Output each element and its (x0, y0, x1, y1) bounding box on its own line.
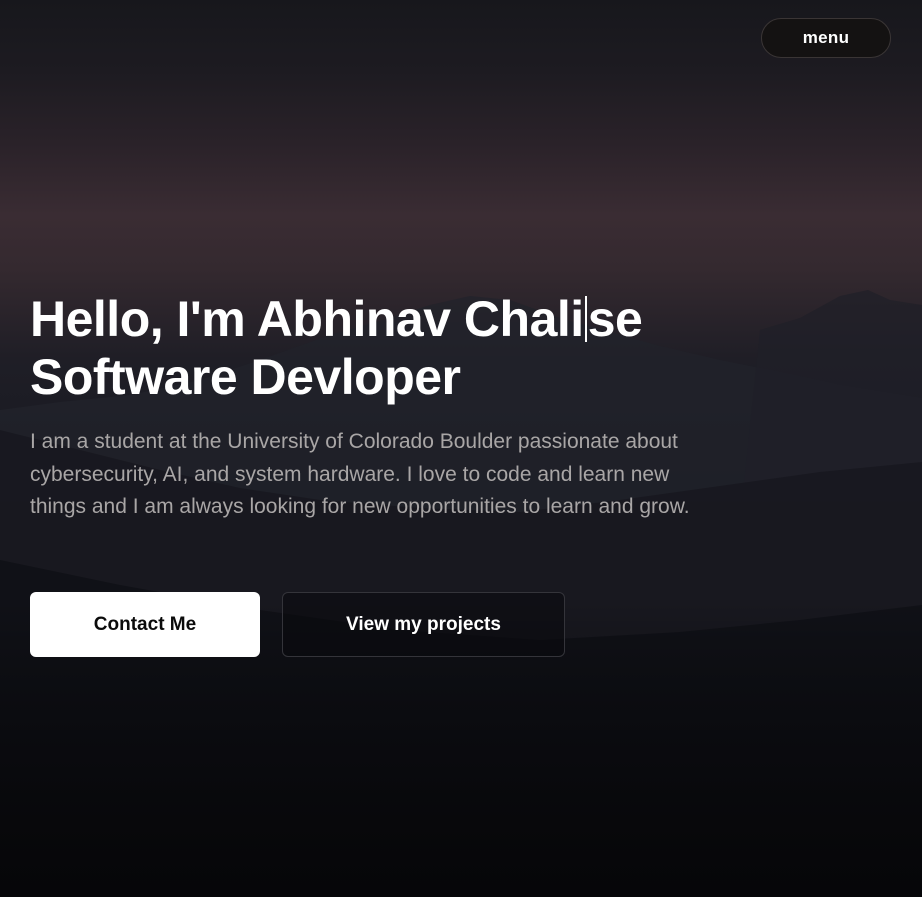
menu-button[interactable]: menu (761, 18, 891, 58)
contact-me-button[interactable]: Contact Me (30, 592, 260, 657)
headline-line-1: Hello, I'm Abhinav Chalise (30, 290, 643, 348)
headline-line-2: Software Devloper (30, 349, 461, 405)
headline-line-1-text-end: se (587, 291, 643, 347)
view-projects-button[interactable]: View my projects (282, 592, 565, 657)
hero-section: menu Hello, I'm Abhinav Chalise Software… (0, 0, 922, 897)
hero-headline: Hello, I'm Abhinav Chalise Software Devl… (30, 290, 643, 406)
text-cursor-caret (584, 296, 587, 342)
bio-paragraph: I am a student at the University of Colo… (30, 430, 690, 518)
headline-line-1-text-start: Hello, I'm Abhinav Chali (30, 291, 584, 347)
